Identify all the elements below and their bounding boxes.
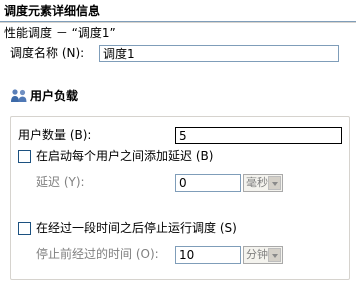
stop-after-label: 在经过一段时间之后停止运行调度 (S) [36, 221, 237, 235]
section-title: 调度元素详细信息 [4, 4, 101, 18]
page-description: 性能调度 － “调度1” [4, 26, 116, 40]
elapsed-unit-select[interactable]: 分钟 [243, 246, 283, 264]
add-delay-checkbox[interactable] [18, 150, 31, 163]
elapsed-time-label: 停止前经过的时间 (O): [36, 247, 159, 261]
title-divider [0, 21, 356, 23]
delay-input[interactable]: 0 [175, 174, 241, 192]
schedule-name-label: 调度名称 (N): [10, 46, 85, 60]
chevron-down-icon [268, 176, 281, 190]
add-delay-label: 在启动每个用户之间添加延迟 (B) [36, 149, 214, 163]
stop-after-checkbox[interactable] [18, 222, 31, 235]
elapsed-time-input[interactable]: 10 [175, 246, 241, 264]
users-icon [10, 88, 28, 104]
schedule-name-input[interactable] [99, 45, 339, 62]
user-count-input[interactable] [175, 127, 342, 144]
user-load-heading: 用户负载 [30, 89, 79, 103]
delay-unit-select[interactable]: 毫秒 [243, 174, 283, 192]
delay-unit-value: 毫秒 [246, 176, 268, 189]
elapsed-unit-value: 分钟 [246, 248, 268, 261]
chevron-down-icon [268, 248, 281, 262]
delay-label: 延迟 (Y): [36, 175, 85, 189]
user-count-label: 用户数量 (B): [18, 128, 92, 142]
